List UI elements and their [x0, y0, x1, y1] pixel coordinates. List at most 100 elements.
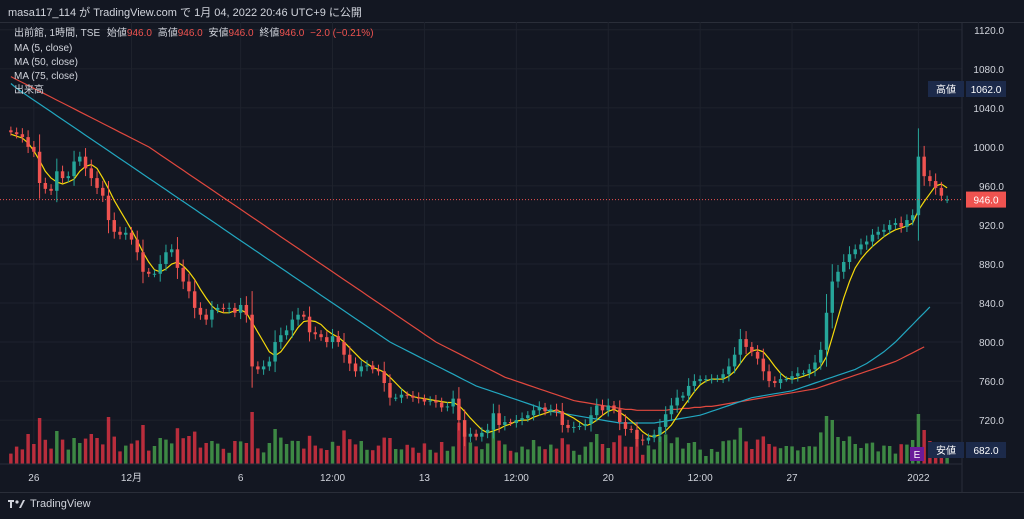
publish-header-text: masa117_114 が TradingView.com で 1月 04, 2… [8, 7, 362, 19]
legend-ma5[interactable]: MA (5, close) [14, 43, 72, 54]
candle-body [554, 409, 559, 412]
candle-body [348, 354, 352, 364]
time-tick-label: 27 [786, 473, 798, 484]
volume-bar [353, 444, 358, 464]
candle-body [531, 410, 536, 416]
volume-bar [215, 443, 220, 464]
candle-body [618, 409, 622, 423]
volume-bar [175, 428, 180, 464]
volume-bar [273, 429, 277, 464]
candle-body [290, 319, 295, 331]
volume-bar [198, 447, 203, 464]
volume-bar [566, 444, 570, 464]
volume-bar [14, 446, 19, 464]
volume-bar [227, 452, 231, 464]
candle-body [175, 249, 180, 268]
volume-bar [319, 448, 323, 464]
candle-body [164, 252, 168, 264]
candle-body [365, 365, 369, 367]
volume-bar [755, 439, 760, 464]
legend-volume[interactable]: 出来高 [14, 83, 44, 96]
candle-body [715, 378, 720, 380]
volume-bar [388, 438, 392, 464]
candle-body [66, 176, 71, 179]
candle-body [14, 132, 19, 135]
candle-body [600, 405, 605, 411]
candle-body [411, 395, 415, 398]
volume-bar [101, 444, 105, 464]
volume-bar [801, 447, 806, 464]
candle-body [55, 171, 59, 191]
volume-bar [819, 432, 823, 464]
volume-bar [37, 418, 42, 464]
candle-body [129, 232, 134, 240]
candle-body [37, 151, 42, 183]
volume-bar [618, 435, 622, 464]
volume-bar [595, 434, 599, 464]
volume-bar [382, 437, 386, 464]
candle-body [583, 423, 587, 426]
volume-bar [784, 446, 789, 464]
tradingview-logo[interactable]: TradingView [8, 498, 91, 510]
candle-body [910, 215, 915, 221]
volume-bar [55, 431, 59, 464]
volume-bar [169, 443, 174, 464]
candle-body [784, 379, 789, 381]
candle-body [767, 371, 771, 382]
volume-bar [520, 446, 524, 464]
brand-label: TradingView [30, 498, 91, 510]
volume-bar [640, 454, 645, 464]
volume-bar [876, 451, 880, 464]
tv-logo-icon [8, 500, 25, 508]
volume-bar [428, 449, 432, 464]
candle-body [681, 395, 685, 398]
volume-bar [870, 442, 875, 464]
high-tag-value: 1062.0 [971, 85, 1002, 96]
candle-body [876, 231, 880, 235]
volume-bar [560, 438, 565, 464]
candle-body [652, 434, 656, 438]
candle-body [124, 232, 128, 235]
candle-body [709, 379, 714, 381]
candlesticks [9, 126, 949, 447]
volume-bar [686, 443, 691, 464]
candle-body [612, 405, 616, 410]
volume-bar [732, 439, 737, 464]
earnings-event-marker[interactable]: E [910, 447, 924, 461]
legend-close-label: 終値 [259, 26, 279, 39]
candle-body [238, 304, 243, 313]
volume-bar [813, 446, 817, 464]
volume-bar [336, 445, 340, 464]
volume-bar [537, 446, 542, 464]
candle-body [267, 361, 272, 367]
candle-body [836, 271, 840, 282]
candle-body [864, 241, 869, 245]
candle-body [325, 337, 329, 343]
candle-body [589, 415, 593, 424]
volume-bar [744, 441, 748, 464]
volume-bar [302, 448, 306, 464]
candle-body [721, 374, 725, 379]
candle-body [560, 411, 565, 425]
volume-bar [790, 446, 794, 464]
volume-bar [244, 443, 249, 464]
candle-body [227, 307, 231, 309]
candle-body [727, 366, 731, 375]
candle-body [393, 397, 398, 399]
time-tick-label: 20 [603, 473, 615, 484]
volume-bar [95, 438, 99, 464]
time-axis[interactable]: 26 12月 6 12:00 13 12:00 20 12:00 27 2022 [28, 472, 930, 484]
candle-body [284, 330, 289, 336]
candle-body [49, 188, 53, 191]
volume-bar [106, 417, 111, 464]
volume-bar [307, 435, 312, 464]
legend-ma50[interactable]: MA (50, close) [14, 57, 78, 68]
candle-body [330, 336, 335, 343]
volume-bar [371, 450, 375, 464]
volume-bar [118, 451, 122, 464]
price-chart[interactable]: 1120.0 1080.0 1040.0 1000.0 960.0 920.0 880.0 8… [0, 22, 1024, 492]
time-tick-label: 12:00 [504, 473, 529, 484]
candle-body [859, 244, 863, 250]
volume-bar [864, 443, 869, 464]
legend-ma75[interactable]: MA (75, close) [14, 71, 78, 82]
